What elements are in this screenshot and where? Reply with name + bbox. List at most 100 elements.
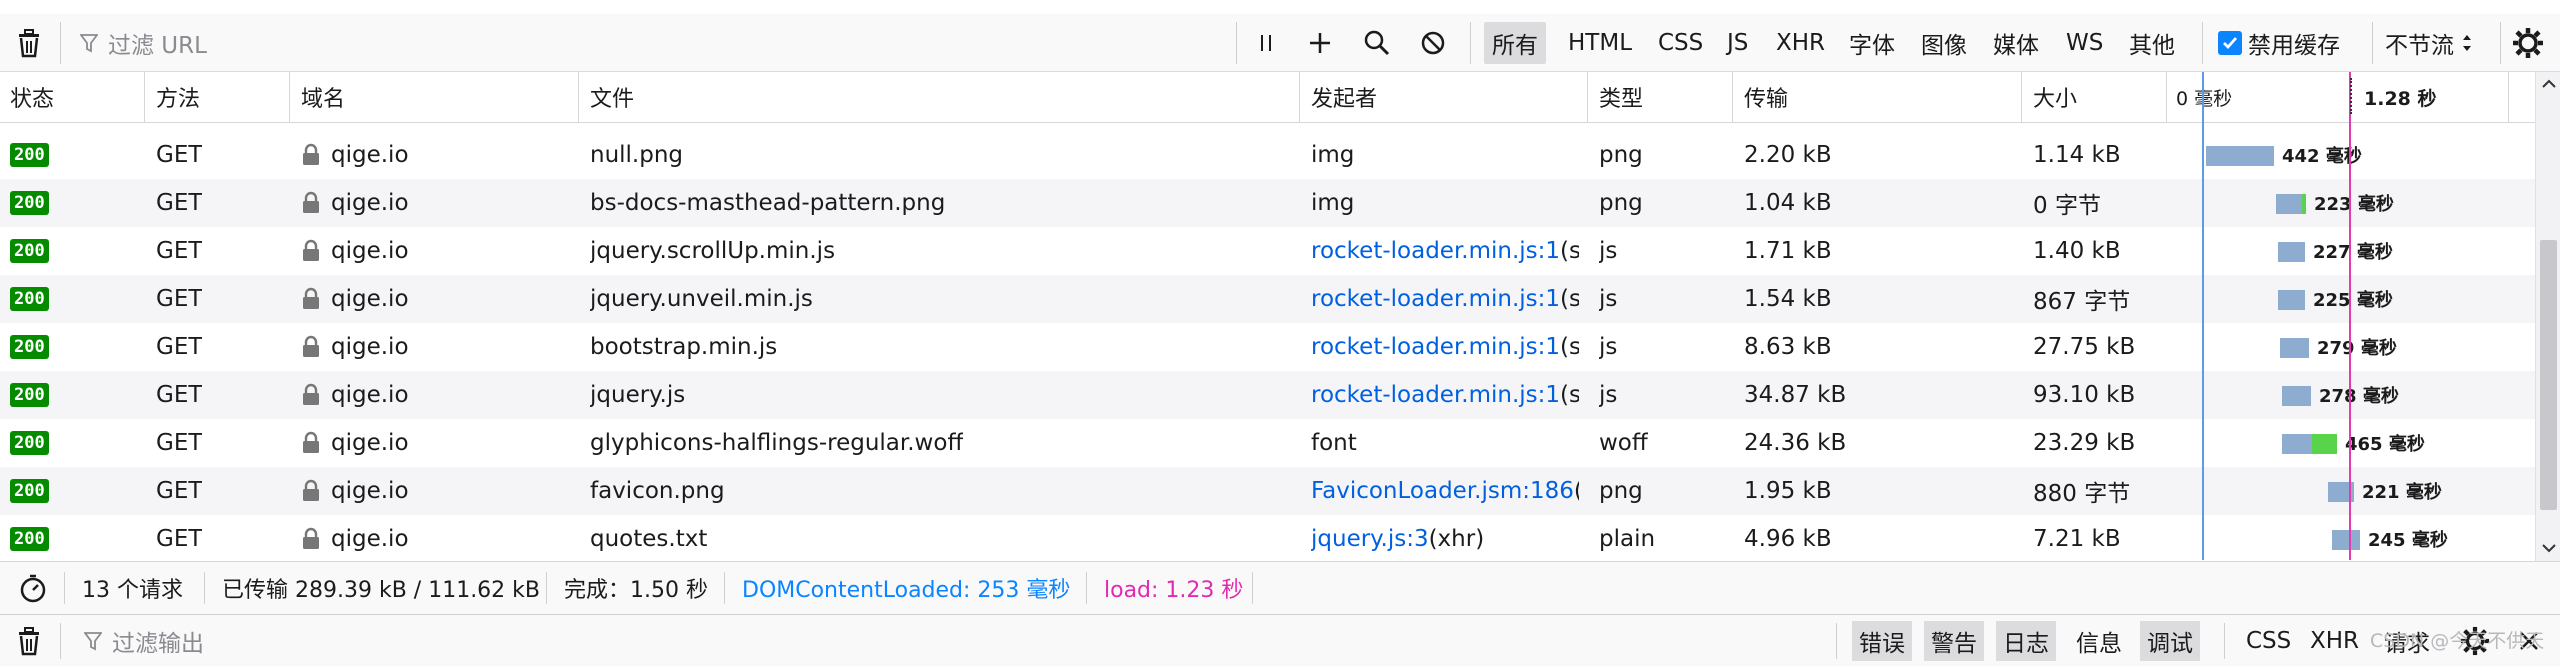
- filter-xhr[interactable]: XHR: [1776, 14, 1825, 71]
- column-divider[interactable]: [289, 72, 290, 122]
- block-requests-button[interactable]: [1420, 14, 1446, 71]
- filter-css[interactable]: CSS: [1658, 14, 1703, 71]
- filter-ws-label: WS: [2066, 29, 2104, 56]
- pause-button[interactable]: [1256, 14, 1276, 71]
- block-icon: [1421, 31, 1445, 54]
- request-row[interactable]: 200 GET qige.io jquery.js rocket-loader.min.…: [0, 371, 2535, 419]
- request-row[interactable]: 200 GET qige.io bs-docs-masthead-pattern.pn…: [0, 179, 2535, 227]
- stopwatch-icon: [20, 574, 46, 603]
- toolbar-divider: [1470, 22, 1471, 64]
- network-settings-button[interactable]: [2512, 14, 2544, 71]
- filter-js[interactable]: JS: [1727, 14, 1748, 71]
- column-divider[interactable]: [578, 72, 579, 122]
- waterfall-timing-bar[interactable]: [2278, 242, 2305, 262]
- console-filter-css[interactable]: CSS: [2246, 615, 2291, 666]
- waterfall-timing-bar[interactable]: [2280, 338, 2309, 358]
- column-divider[interactable]: [144, 72, 145, 122]
- new-request-button[interactable]: [1308, 14, 1332, 71]
- filter-fonts[interactable]: 字体: [1849, 14, 1895, 71]
- console-filter-logs[interactable]: 日志: [1996, 615, 2056, 666]
- waterfall-timing-bar[interactable]: [2206, 146, 2274, 166]
- status-divider: [204, 572, 205, 604]
- waterfall-timing-label: 278 毫秒: [2319, 386, 2399, 407]
- console-filter-warnings[interactable]: 警告: [1924, 615, 1984, 666]
- waterfall-cell: 245 毫秒: [0, 515, 2535, 563]
- filter-images[interactable]: 图像: [1921, 14, 1967, 71]
- request-row[interactable]: 200 GET qige.io quotes.txt jquery.js:3 (xhr)…: [0, 515, 2535, 563]
- status-divider: [1086, 572, 1087, 604]
- scroll-down-icon[interactable]: [2536, 536, 2560, 560]
- column-header-method[interactable]: 方法: [156, 72, 200, 122]
- console-filter-debug-label: 调试: [2140, 620, 2200, 661]
- waterfall-timing-bar[interactable]: [2278, 290, 2305, 310]
- waterfall-cell: 278 毫秒: [0, 371, 2535, 419]
- column-header-initiator[interactable]: 发起者: [1311, 72, 1377, 122]
- column-divider[interactable]: [2021, 72, 2022, 122]
- console-filter-errors-label: 错误: [1852, 620, 1912, 661]
- filter-other[interactable]: 其他: [2129, 14, 2175, 71]
- scroll-up-icon[interactable]: [2536, 72, 2560, 96]
- column-header-file[interactable]: 文件: [590, 72, 634, 122]
- filter-images-label: 图像: [1921, 32, 1967, 59]
- disable-cache-toggle[interactable]: 禁用缓存: [2218, 14, 2340, 71]
- filter-fonts-label: 字体: [1849, 32, 1895, 59]
- waterfall-timing-bar[interactable]: [2332, 530, 2360, 550]
- filter-all[interactable]: 所有: [1484, 14, 1546, 71]
- filter-xhr-label: XHR: [1776, 29, 1826, 56]
- column-header-transfer[interactable]: 传输: [1744, 72, 1788, 122]
- clear-requests-button[interactable]: [16, 14, 42, 71]
- column-divider: [2508, 72, 2509, 122]
- url-filter-input[interactable]: 过滤 URL: [80, 14, 1230, 71]
- column-divider[interactable]: [1587, 72, 1588, 122]
- request-row[interactable]: 200 GET qige.io null.png img png 2.20 kB 1.14 k…: [0, 131, 2535, 179]
- disable-cache-label: 禁用缓存: [2248, 32, 2340, 59]
- request-row[interactable]: 200 GET qige.io jquery.scrollUp.min.js rocke…: [0, 227, 2535, 275]
- column-header-status[interactable]: 状态: [10, 72, 54, 122]
- clear-console-button[interactable]: [16, 615, 42, 666]
- waterfall-timing-bar[interactable]: [2282, 386, 2311, 406]
- request-row[interactable]: 200 GET qige.io jquery.unveil.min.js rocket-…: [0, 275, 2535, 323]
- column-header-type[interactable]: 类型: [1599, 72, 1643, 122]
- waterfall-cell: 221 毫秒: [0, 467, 2535, 515]
- waterfall-timing-bar[interactable]: [2282, 434, 2312, 454]
- column-header-domain[interactable]: 域名: [301, 72, 345, 122]
- waterfall-timing-bar[interactable]: [2276, 194, 2302, 214]
- status-divider: [64, 572, 65, 604]
- throttle-select[interactable]: 不节流: [2385, 14, 2474, 71]
- console-filter-debug[interactable]: 调试: [2140, 615, 2200, 666]
- domcontentloaded-marker: [2202, 72, 2204, 560]
- scrollbar-thumb[interactable]: [2540, 240, 2557, 510]
- waterfall-timing-label: 223 毫秒: [2314, 194, 2394, 215]
- filter-html[interactable]: HTML: [1568, 14, 1632, 71]
- waterfall-receive-bar: [2312, 434, 2337, 454]
- filter-js-label: JS: [1727, 29, 1749, 56]
- request-row[interactable]: 200 GET qige.io favicon.png FaviconLoader.js…: [0, 467, 2535, 515]
- column-divider[interactable]: [1732, 72, 1733, 122]
- waterfall-cell: 279 毫秒: [0, 323, 2535, 371]
- console-toolbar: 过滤输出 错误 警告 日志 信息 调试 CSS XHR 请求: [0, 614, 2560, 666]
- performance-analysis-button[interactable]: [18, 562, 48, 614]
- column-divider[interactable]: [2166, 72, 2167, 122]
- load-marker: [2349, 72, 2351, 560]
- waterfall-start-label: 0 毫秒: [2176, 87, 2233, 110]
- filter-html-label: HTML: [1568, 29, 1633, 56]
- plus-icon: [1310, 32, 1330, 53]
- console-filter-xhr[interactable]: XHR: [2310, 615, 2359, 666]
- waterfall-cell: 223 毫秒: [0, 179, 2535, 227]
- console-filter-css-label: CSS: [2246, 627, 2292, 654]
- column-divider[interactable]: [1299, 72, 1300, 122]
- console-filter-info[interactable]: 信息: [2076, 615, 2122, 666]
- requests-scrollbar[interactable]: [2535, 72, 2560, 562]
- column-header-size[interactable]: 大小: [2033, 72, 2077, 122]
- network-summary-bar: 13 个请求 已传输 289.39 kB / 111.62 kB 完成：1.50…: [0, 561, 2560, 615]
- gear-icon: [2513, 27, 2543, 58]
- request-row[interactable]: 200 GET qige.io bootstrap.min.js rocket-load…: [0, 323, 2535, 371]
- filter-ws[interactable]: WS: [2066, 14, 2103, 71]
- search-button[interactable]: [1364, 14, 1390, 71]
- waterfall-receive-bar: [2302, 194, 2306, 214]
- filter-media[interactable]: 媒体: [1993, 14, 2039, 71]
- request-row[interactable]: 200 GET qige.io glyphicons-halflings-regula…: [0, 419, 2535, 467]
- trash-icon: [19, 28, 39, 57]
- console-filter-input[interactable]: 过滤输出: [84, 615, 204, 666]
- console-filter-errors[interactable]: 错误: [1852, 615, 1912, 666]
